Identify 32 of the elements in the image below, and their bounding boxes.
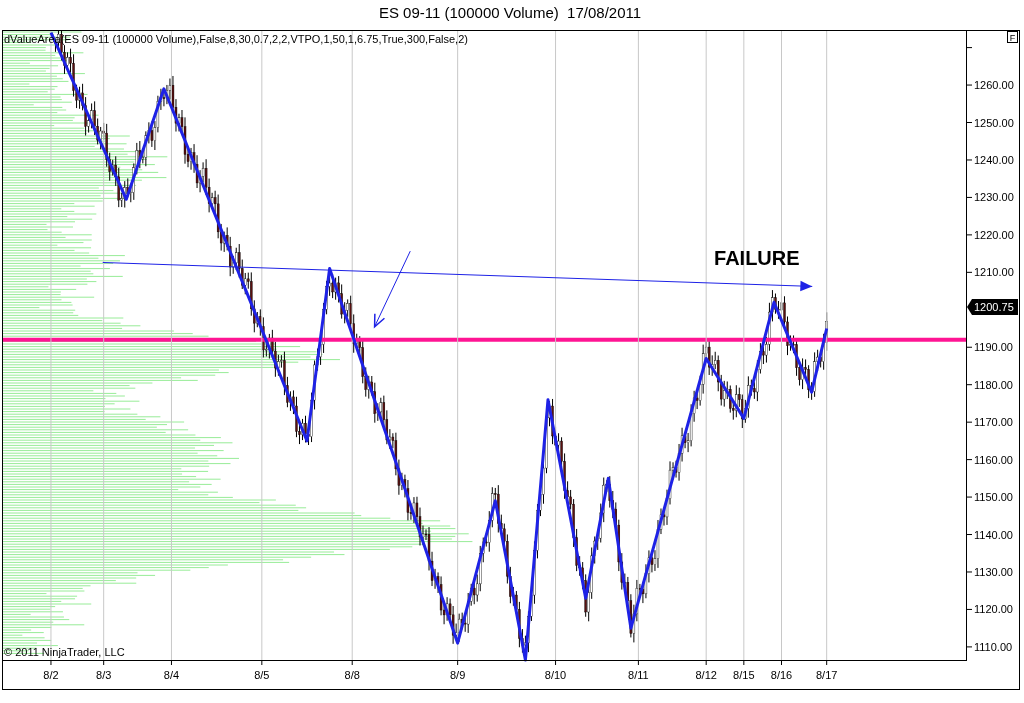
- price-label: 1180.00: [974, 378, 1013, 391]
- corner-button[interactable]: F: [1007, 31, 1018, 43]
- price-label: 1190.00: [974, 341, 1013, 354]
- price-label: 1160.00: [974, 453, 1013, 466]
- price-label: 1130.00: [974, 566, 1013, 578]
- last-price-label: 1200.75: [967, 299, 1018, 315]
- date-label: 8/12: [695, 669, 717, 681]
- date-label: 8/11: [628, 669, 649, 681]
- date-label: 8/15: [733, 669, 755, 681]
- price-label: 1120.00: [974, 603, 1013, 616]
- price-label: 1240.00: [974, 153, 1014, 166]
- annotation-text: FAILURE: [714, 247, 800, 270]
- date-label: 8/10: [544, 669, 567, 681]
- date-label: 8/3: [96, 669, 112, 681]
- price-label: 1220.00: [974, 228, 1014, 241]
- date-label: 8/9: [450, 669, 466, 681]
- price-label: 1110.00: [974, 640, 1013, 653]
- date-label: 8/2: [43, 669, 59, 681]
- price-label: 1150.00: [974, 491, 1013, 504]
- date-label: 8/17: [815, 669, 838, 681]
- date-label: 8/8: [344, 669, 360, 681]
- price-label: 1250.00: [974, 116, 1014, 129]
- price-label: 1210.00: [974, 266, 1014, 279]
- price-label: 1230.00: [974, 191, 1014, 204]
- window-title: ES 09-11 (100000 Volume) 17/08/2011: [377, 3, 643, 23]
- date-label: 8/4: [163, 669, 180, 681]
- copyright-text: © 2011 NinjaTrader, LLC: [4, 646, 125, 658]
- price-label: 1140.00: [974, 528, 1013, 541]
- price-label: 1260.00: [974, 79, 1014, 92]
- date-label: 8/5: [254, 669, 270, 681]
- price-label: 1170.00: [974, 416, 1013, 429]
- date-label: 8/16: [770, 669, 793, 681]
